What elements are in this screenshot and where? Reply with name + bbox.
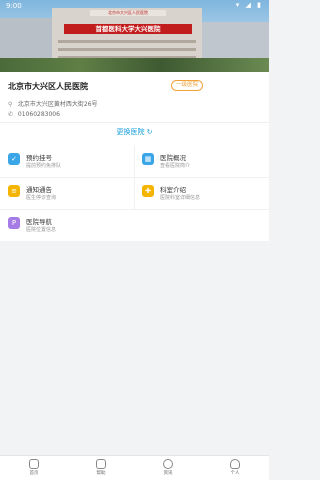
help-icon [96, 459, 106, 469]
home-icon [29, 459, 39, 469]
tab-help[interactable]: 帮助 [91, 459, 111, 476]
building-sign: 首都医科大学大兴医院 [64, 24, 192, 34]
service-notices[interactable]: ≡ 通知通告 医生停诊查询 [0, 177, 134, 209]
calendar-icon: ✓ [8, 153, 20, 165]
phone-icon: ✆ [8, 111, 14, 118]
news-icon [163, 459, 173, 469]
p-letter-icon: P [8, 217, 20, 229]
tab-label: 帮助 [96, 471, 106, 476]
service-subtitle: 医院科室详细信息 [160, 195, 201, 201]
tab-profile[interactable]: 个人 [225, 459, 245, 476]
service-subtitle: 医院位置信息 [26, 227, 57, 233]
hospital-name: 北京市大兴区人民医院 [8, 82, 88, 91]
address-text: 北京市大兴区黄村西大街26号 [17, 101, 98, 108]
service-grid: ✓ 预约挂号 提前预约免排队 ▦ 医院概况 查看医院简介 ≡ 通知通告 医生停诊… [0, 145, 269, 241]
service-subtitle: 提前预约免排队 [26, 163, 62, 169]
service-hospital-overview[interactable]: ▦ 医院概况 查看医院简介 [134, 145, 268, 177]
phone-row[interactable]: ✆ 01060283006 [8, 111, 60, 118]
status-bar: 9:00 ▾ ◢ ▮ [0, 0, 269, 12]
tab-label: 首页 [29, 471, 39, 476]
service-subtitle: 医生停诊查询 [26, 195, 57, 201]
hospital-level-badge: 一级医院 [171, 80, 204, 91]
building-icon: ▦ [142, 153, 154, 165]
notice-icon: ≡ [8, 185, 20, 197]
trees [0, 58, 269, 72]
phone-text: 01060283006 [17, 111, 60, 118]
service-title: 科室介绍 [160, 186, 186, 194]
divider [0, 122, 269, 123]
service-appointment[interactable]: ✓ 预约挂号 提前预约免排队 [0, 145, 134, 177]
tab-label: 个人 [230, 471, 240, 476]
location-pin-icon: ⚲ [8, 101, 13, 108]
tab-news[interactable]: 资讯 [158, 459, 178, 476]
address-row[interactable]: ⚲ 北京市大兴区黄村西大街26号 [8, 99, 98, 108]
system-icons: ▾ ◢ ▮ [235, 1, 263, 9]
hospital-banner: 北京市大兴区人民医院 首都医科大学大兴医院 9:00 ▾ ◢ ▮ [0, 0, 269, 72]
switch-hospital-button[interactable]: 更换医院 ↻ [0, 127, 269, 137]
tab-home[interactable]: 首页 [24, 459, 44, 476]
service-title: 医院导航 [26, 218, 52, 226]
shield-icon: ✚ [142, 185, 154, 197]
service-subtitle: 查看医院简介 [160, 163, 191, 169]
service-navigation[interactable]: P 医院导航 医院位置信息 [0, 209, 134, 241]
service-title: 预约挂号 [26, 154, 52, 162]
service-title: 通知通告 [26, 186, 52, 194]
status-time: 9:00 [6, 2, 22, 10]
user-icon [230, 459, 240, 469]
service-title: 医院概况 [160, 154, 186, 162]
service-departments[interactable]: ✚ 科室介绍 医院科室详细信息 [134, 177, 268, 209]
tab-label: 资讯 [163, 471, 173, 476]
hospital-info-card: 北京市大兴区人民医院 一级医院 ⚲ 北京市大兴区黄村西大街26号 ✆ 01060… [0, 72, 269, 146]
bottom-tab-bar: 首页 帮助 资讯 个人 [0, 455, 269, 480]
